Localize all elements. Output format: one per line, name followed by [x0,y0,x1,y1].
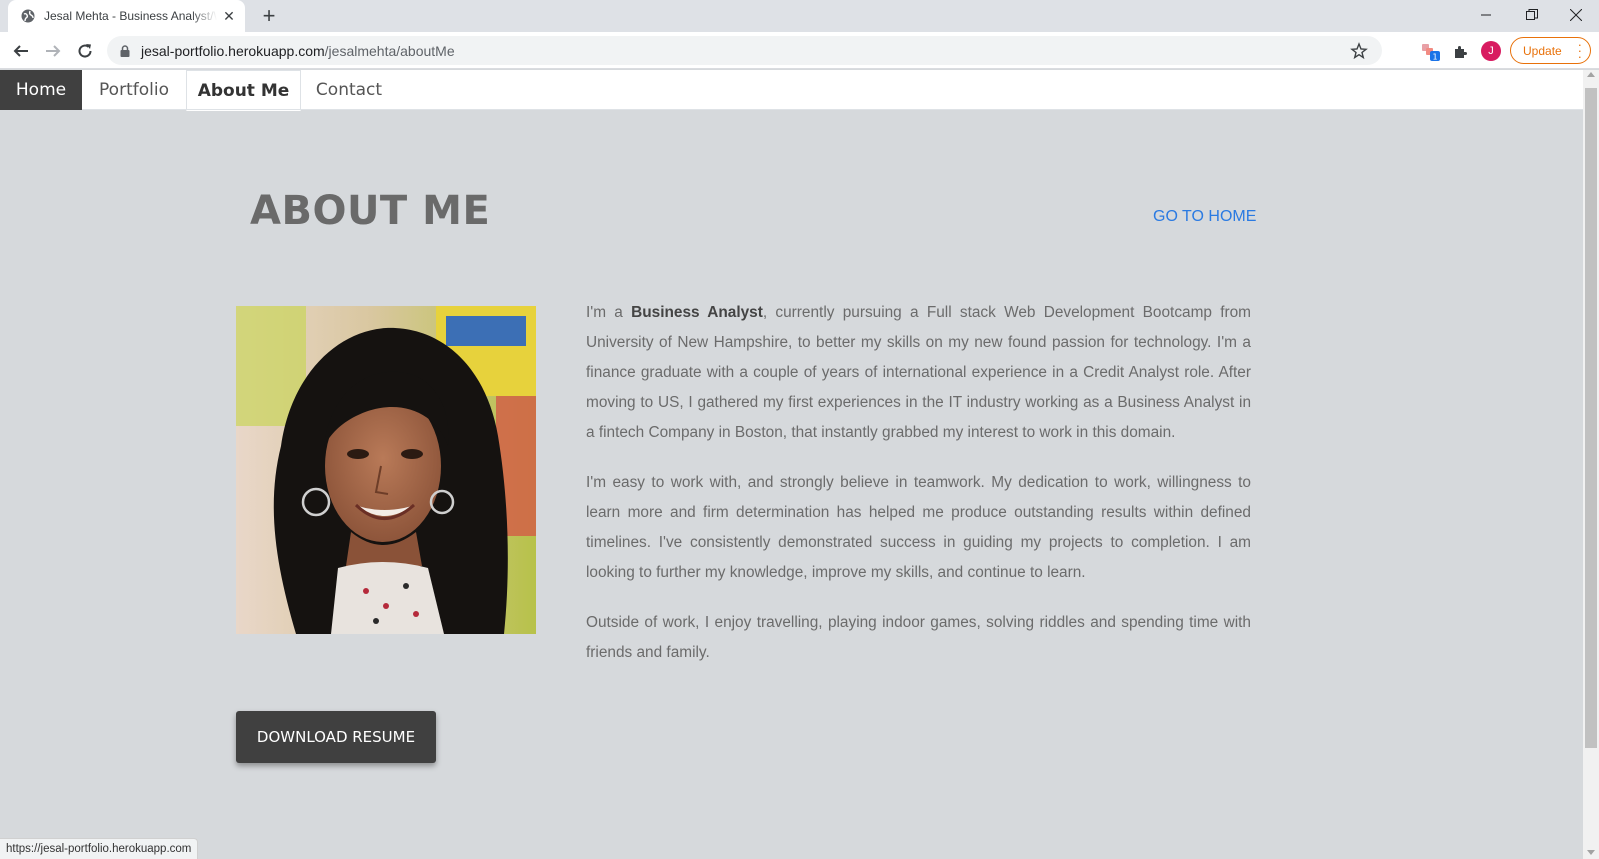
kebab-menu-icon[interactable]: · · · [1578,38,1582,63]
puzzle-extensions-icon[interactable] [1447,37,1475,65]
globe-icon [20,8,36,24]
restore-icon[interactable] [1509,0,1555,30]
lock-icon [119,44,131,57]
nav-portfolio[interactable]: Portfolio [82,70,186,110]
page-scrollbar[interactable] [1583,70,1599,859]
address-bar[interactable]: jesal-portfolio.herokuapp.com/jesalmehta… [107,36,1382,65]
bookmark-star-icon[interactable] [1350,42,1368,60]
nav-home[interactable]: Home [0,70,82,110]
bio-role: Business Analyst [631,304,763,321]
bio-intro-prefix: I'm a [586,304,632,321]
url-text: jesal-portfolio.herokuapp.com/jesalmehta… [141,43,455,59]
scroll-thumb[interactable] [1585,88,1597,748]
close-window-icon[interactable] [1553,0,1599,30]
reload-icon[interactable] [71,37,99,65]
extension-badge: 1 [1432,53,1437,62]
bio-paragraph-3: Outside of work, I enjoy travelling, pla… [586,614,1251,661]
url-path: /jesalmehta/aboutMe [324,42,455,59]
profile-photo [236,306,536,634]
go-to-home-link[interactable]: GO TO HOME [1153,208,1256,226]
back-icon[interactable] [7,37,35,65]
extension-icon[interactable]: 1 [1416,37,1444,65]
update-button[interactable]: Update · · · [1510,37,1591,64]
bio-intro-rest: , currently pursuing a Full stack Web De… [586,304,1252,441]
nav-contact[interactable]: Contact [301,70,397,110]
browser-toolbar: jesal-portfolio.herokuapp.com/jesalmehta… [0,32,1599,69]
profile-avatar[interactable]: J [1481,41,1501,61]
minimize-icon[interactable] [1463,0,1509,30]
scroll-up-arrow-icon[interactable] [1587,72,1595,77]
status-bar-url: https://jesal-portfolio.herokuapp.com [0,838,199,859]
url-host: jesal-portfolio.herokuapp.com [141,42,325,59]
new-tab-icon[interactable]: + [256,3,282,28]
download-resume-button[interactable]: DOWNLOAD RESUME [236,711,436,763]
update-label: Update [1523,43,1562,58]
bio-text: I'm a Business Analyst, currently pursui… [586,298,1251,688]
site-navbar: Home Portfolio About Me Contact [0,70,1583,111]
tab-title: Jesal Mehta - Business Analyst/Web Devel… [44,9,217,23]
browser-tabstrip: Jesal Mehta - Business Analyst/Web Devel… [0,0,1599,32]
page-title: ABOUT ME [250,188,491,234]
bio-paragraph-1: I'm a Business Analyst, currently pursui… [586,298,1251,448]
page-content: Home Portfolio About Me Contact ABOUT ME… [0,70,1583,859]
forward-icon[interactable] [39,37,67,65]
close-tab-icon[interactable]: ✕ [221,8,237,24]
browser-tab[interactable]: Jesal Mehta - Business Analyst/Web Devel… [8,0,245,32]
scroll-down-arrow-icon[interactable] [1587,850,1595,855]
nav-about-me[interactable]: About Me [186,70,301,111]
bio-paragraph-2: I'm easy to work with, and strongly beli… [586,474,1251,581]
